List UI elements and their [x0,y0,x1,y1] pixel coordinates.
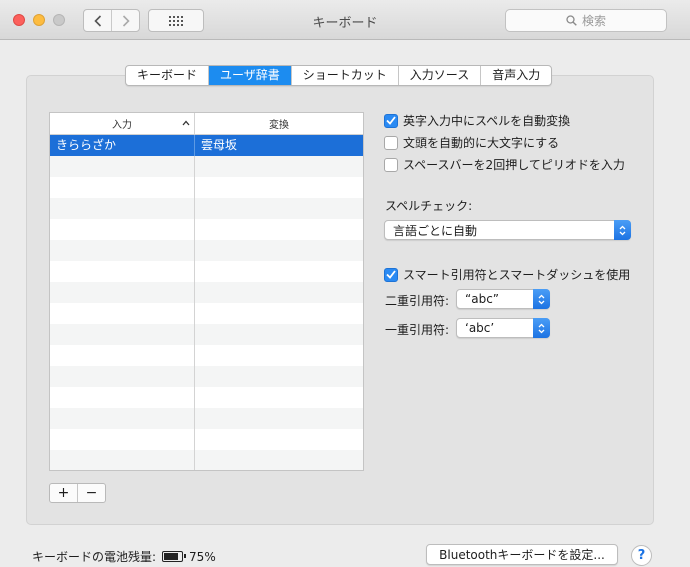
cell-conversion [195,387,363,408]
cell-input [50,366,195,387]
table-row[interactable]: きららざか 雲母坂 [50,135,363,156]
updown-arrows-icon [614,220,631,240]
tab-shortcuts[interactable]: ショートカット [290,66,398,85]
add-entry-button[interactable]: + [50,484,77,502]
battery-icon [162,551,187,562]
single-quote-popup[interactable]: ‘abc’ [456,318,550,338]
double-space-period-label: スペースバーを2回押してピリオドを入力 [403,158,625,172]
cell-input [50,198,195,219]
cell-input [50,177,195,198]
checkmark-icon [386,116,396,125]
autocorrect-checkbox[interactable]: 英字入力中にスペルを自動変換 [384,112,570,129]
table-row-empty[interactable] [50,198,363,219]
table-row-empty[interactable] [50,345,363,366]
table-row-empty[interactable] [50,282,363,303]
cell-input [50,429,195,450]
capitalize-checkbox[interactable]: 文頭を自動的に大文字にする [384,134,559,151]
table-row-empty[interactable] [50,450,363,470]
battery-label: キーボードの電池残量: [32,550,157,564]
title-bar: キーボード 検索 [0,0,690,40]
tab-input-sources[interactable]: 入力ソース [397,66,480,85]
cell-conversion [195,177,363,198]
checkbox-unchecked [384,157,398,172]
smart-quotes-label: スマート引用符とスマートダッシュを使用 [403,268,631,282]
battery-status: キーボードの電池残量: 75% [32,548,216,565]
cell-conversion [195,345,363,366]
cell-input [50,387,195,408]
dictionary-table[interactable]: 入力 変換 きららざか 雲母坂 [49,112,364,471]
table-row-empty[interactable] [50,156,363,177]
column-header-conversion[interactable]: 変換 [195,113,363,134]
tab-bar: キーボード ユーザ辞書 ショートカット 入力ソース 音声入力 [125,65,553,86]
sort-ascending-icon [182,120,190,126]
column-header-input[interactable]: 入力 [50,113,195,134]
double-quote-value: “abc” [465,292,500,306]
search-icon [566,15,577,26]
cell-conversion [195,240,363,261]
table-row-empty[interactable] [50,408,363,429]
checkbox-checked [384,113,398,128]
table-row-empty[interactable] [50,429,363,450]
table-header: 入力 変換 [50,113,363,135]
cell-conversion [195,219,363,240]
remove-entry-button[interactable]: − [77,484,105,502]
table-row-empty[interactable] [50,261,363,282]
cell-input [50,282,195,303]
cell-conversion [195,261,363,282]
cell-conversion [195,282,363,303]
cell-input [50,450,195,470]
cell-input [50,156,195,177]
cell-input [50,324,195,345]
table-row-empty[interactable] [50,240,363,261]
tab-dictation[interactable]: 音声入力 [480,66,551,85]
cell-input [50,261,195,282]
checkbox-unchecked [384,135,398,150]
cell-conversion [195,324,363,345]
tab-keyboard[interactable]: キーボード [126,66,208,85]
cell-conversion [195,198,363,219]
updown-arrows-icon [533,318,550,338]
capitalize-label: 文頭を自動的に大文字にする [403,136,560,150]
checkmark-icon [386,270,396,279]
table-row-empty[interactable] [50,324,363,345]
autocorrect-label: 英字入力中にスペルを自動変換 [403,114,571,128]
tab-user-dictionary[interactable]: ユーザ辞書 [208,66,291,85]
add-remove-control: + − [49,483,106,503]
cell-input [50,240,195,261]
spellcheck-label: スペルチェック: [385,199,473,213]
table-row-empty[interactable] [50,387,363,408]
table-body: きららざか 雲母坂 [50,135,363,470]
help-button[interactable]: ? [631,545,652,566]
search-placeholder: 検索 [581,14,606,28]
cell-conversion: 雲母坂 [201,138,238,152]
spellcheck-value: 言語ごとに自動 [393,223,478,238]
setup-bluetooth-keyboard-button[interactable]: Bluetoothキーボードを設定... [426,544,618,565]
cell-conversion [195,303,363,324]
smart-quotes-checkbox[interactable]: スマート引用符とスマートダッシュを使用 [384,266,630,283]
cell-input [50,219,195,240]
updown-arrows-icon [533,289,550,309]
double-quote-label: 二重引用符: [385,294,450,308]
battery-value: 75% [189,549,216,564]
search-field[interactable]: 検索 [505,9,667,32]
cell-input: きららざか [50,135,195,156]
table-row-empty[interactable] [50,177,363,198]
table-row-empty[interactable] [50,366,363,387]
cell-conversion [195,450,363,470]
double-quote-popup[interactable]: “abc” [456,289,550,309]
single-quote-value: ‘abc’ [465,321,495,335]
cell-input [50,345,195,366]
cell-conversion [195,408,363,429]
cell-input [50,408,195,429]
table-row-empty[interactable] [50,303,363,324]
cell-conversion [195,156,363,177]
spellcheck-popup[interactable]: 言語ごとに自動 [384,220,631,240]
single-quote-label: 一重引用符: [385,323,450,337]
cell-input [50,303,195,324]
checkbox-checked [384,267,398,282]
cell-conversion [195,429,363,450]
table-row-empty[interactable] [50,219,363,240]
cell-conversion [195,366,363,387]
double-space-period-checkbox[interactable]: スペースバーを2回押してピリオドを入力 [384,156,625,173]
